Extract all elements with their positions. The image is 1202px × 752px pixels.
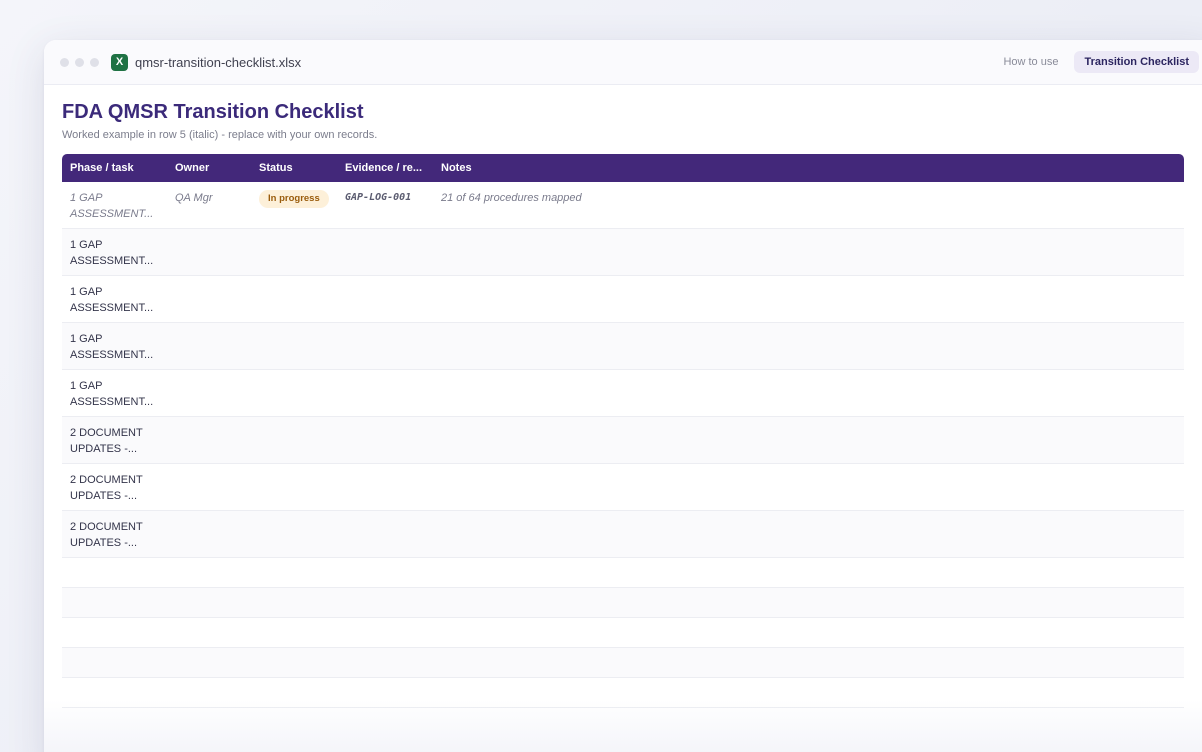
cell-status[interactable] bbox=[251, 464, 337, 472]
sheet-content: FDA QMSR Transition Checklist Worked exa… bbox=[44, 85, 1202, 708]
status-badge: In progress bbox=[259, 190, 329, 208]
table-row[interactable]: 1 GAP ASSESSMENT... QA Mgr In progress G… bbox=[62, 182, 1184, 229]
cell-owner[interactable] bbox=[167, 229, 251, 237]
spreadsheet-window: X qmsr-transition-checklist.xlsx How to … bbox=[44, 40, 1202, 752]
table-row[interactable]: 2 DOCUMENT UPDATES -... bbox=[62, 464, 1184, 511]
cell-phase[interactable]: 1 GAP ASSESSMENT... bbox=[62, 182, 167, 222]
table-row[interactable]: 1 GAP ASSESSMENT... bbox=[62, 323, 1184, 370]
cell-evidence[interactable] bbox=[337, 417, 433, 425]
cell-notes[interactable] bbox=[433, 229, 1184, 237]
cell-status[interactable] bbox=[251, 511, 337, 519]
column-header-evidence[interactable]: Evidence / re... bbox=[337, 162, 433, 174]
cell-status[interactable]: In progress bbox=[251, 182, 337, 208]
tab-transition-checklist[interactable]: Transition Checklist bbox=[1074, 51, 1199, 73]
cell-phase[interactable]: 1 GAP ASSESSMENT... bbox=[62, 323, 167, 363]
table-row[interactable]: 1 GAP ASSESSMENT... bbox=[62, 229, 1184, 276]
cell-evidence[interactable] bbox=[337, 229, 433, 237]
cell-owner[interactable] bbox=[167, 323, 251, 331]
cell-evidence[interactable] bbox=[337, 370, 433, 378]
page-title: FDA QMSR Transition Checklist bbox=[62, 101, 364, 123]
table-row[interactable]: 2 DOCUMENT UPDATES -... bbox=[62, 417, 1184, 464]
bottom-fade bbox=[44, 700, 1202, 752]
cell-phase[interactable]: 1 GAP ASSESSMENT... bbox=[62, 229, 167, 269]
empty-row[interactable] bbox=[62, 648, 1184, 678]
cell-phase[interactable]: 1 GAP ASSESSMENT... bbox=[62, 370, 167, 410]
cell-status[interactable] bbox=[251, 417, 337, 425]
column-header-owner[interactable]: Owner bbox=[167, 162, 251, 174]
checklist-table: Phase / task Owner Status Evidence / re.… bbox=[62, 154, 1184, 708]
close-dot[interactable] bbox=[60, 57, 69, 67]
cell-status[interactable] bbox=[251, 276, 337, 284]
cell-evidence[interactable]: GAP-LOG-001 bbox=[337, 182, 433, 206]
column-header-status[interactable]: Status bbox=[251, 162, 337, 174]
cell-notes[interactable] bbox=[433, 370, 1184, 378]
cell-owner[interactable]: QA Mgr bbox=[167, 182, 251, 206]
title-bar: X qmsr-transition-checklist.xlsx How to … bbox=[44, 40, 1202, 85]
cell-notes[interactable] bbox=[433, 417, 1184, 425]
minimize-dot[interactable] bbox=[75, 57, 84, 67]
file-name: qmsr-transition-checklist.xlsx bbox=[135, 54, 302, 70]
sheet-tabs: How to use Transition Checklist bbox=[1001, 51, 1199, 73]
table-row[interactable]: 1 GAP ASSESSMENT... bbox=[62, 276, 1184, 323]
column-header-notes[interactable]: Notes bbox=[433, 162, 1184, 174]
excel-icon: X bbox=[111, 53, 128, 71]
cell-phase[interactable]: 2 DOCUMENT UPDATES -... bbox=[62, 464, 167, 504]
cell-evidence[interactable] bbox=[337, 276, 433, 284]
cell-status[interactable] bbox=[251, 370, 337, 378]
cell-evidence[interactable] bbox=[337, 464, 433, 472]
cell-notes[interactable]: 21 of 64 procedures mapped bbox=[433, 182, 1184, 206]
page-subtitle: Worked example in row 5 (italic) - repla… bbox=[62, 129, 378, 141]
table-row[interactable]: 2 DOCUMENT UPDATES -... bbox=[62, 511, 1184, 558]
cell-status[interactable] bbox=[251, 323, 337, 331]
window-controls bbox=[60, 57, 99, 67]
cell-evidence[interactable] bbox=[337, 323, 433, 331]
cell-phase[interactable]: 2 DOCUMENT UPDATES -... bbox=[62, 417, 167, 457]
cell-owner[interactable] bbox=[167, 464, 251, 472]
cell-notes[interactable] bbox=[433, 276, 1184, 284]
cell-notes[interactable] bbox=[433, 464, 1184, 472]
empty-row[interactable] bbox=[62, 558, 1184, 588]
cell-phase[interactable]: 2 DOCUMENT UPDATES -... bbox=[62, 511, 167, 551]
cell-notes[interactable] bbox=[433, 511, 1184, 519]
column-header-phase[interactable]: Phase / task bbox=[62, 162, 167, 174]
empty-row[interactable] bbox=[62, 588, 1184, 618]
cell-owner[interactable] bbox=[167, 370, 251, 378]
cell-phase[interactable]: 1 GAP ASSESSMENT... bbox=[62, 276, 167, 316]
cell-owner[interactable] bbox=[167, 276, 251, 284]
cell-evidence[interactable] bbox=[337, 511, 433, 519]
cell-notes[interactable] bbox=[433, 323, 1184, 331]
table-header: Phase / task Owner Status Evidence / re.… bbox=[62, 154, 1184, 182]
cell-owner[interactable] bbox=[167, 417, 251, 425]
maximize-dot[interactable] bbox=[90, 57, 99, 67]
cell-status[interactable] bbox=[251, 229, 337, 237]
cell-owner[interactable] bbox=[167, 511, 251, 519]
table-row[interactable]: 1 GAP ASSESSMENT... bbox=[62, 370, 1184, 417]
empty-row[interactable] bbox=[62, 618, 1184, 648]
tab-how-to-use[interactable]: How to use bbox=[1001, 51, 1060, 73]
